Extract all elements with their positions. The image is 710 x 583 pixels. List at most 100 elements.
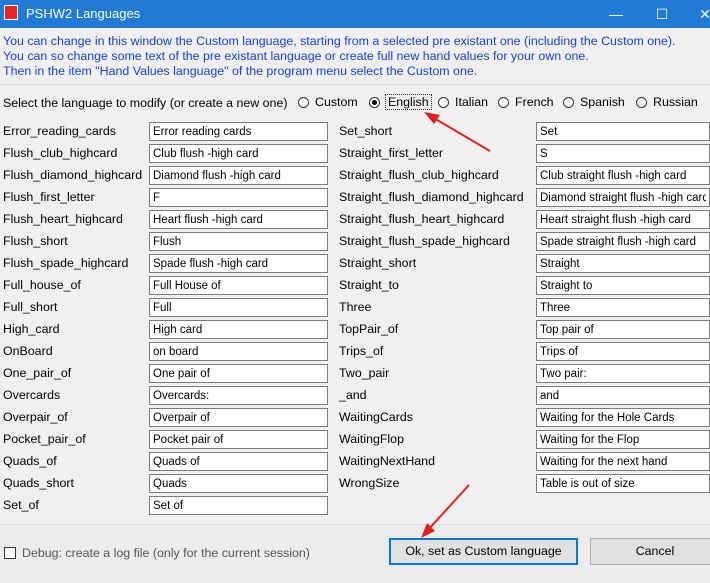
field-label: Straight_first_letter: [339, 146, 443, 160]
field-input-flush-heart-highcard[interactable]: [149, 210, 328, 229]
field-input-flush-first-letter[interactable]: [149, 188, 328, 207]
field-label: WrongSize: [339, 476, 400, 490]
field-input-overpair-of[interactable]: [149, 408, 328, 427]
radio-custom[interactable]: Custom: [298, 95, 358, 109]
field-label: Full_short: [3, 300, 58, 314]
field-input-flush-club-highcard[interactable]: [149, 144, 328, 163]
field-input-onboard[interactable]: [149, 342, 328, 361]
field-label: Full_house_of: [3, 278, 81, 292]
field-label: Straight_to: [339, 278, 399, 292]
radio-spanish[interactable]: Spanish: [563, 95, 625, 109]
field-input-waitingnexthand[interactable]: [536, 452, 710, 471]
window-title: PSHW2 Languages: [26, 6, 141, 21]
field-label: One_pair_of: [3, 366, 72, 380]
radio-circle-icon: [369, 96, 380, 108]
field-label: Set_short: [339, 124, 393, 138]
radio-label: French: [515, 95, 554, 109]
field-label: High_card: [3, 322, 60, 336]
field-label: Flush_first_letter: [3, 190, 95, 204]
red-arrow-head-icon: [424, 112, 440, 124]
radio-english[interactable]: English: [369, 94, 432, 110]
field-input-straight-first-letter[interactable]: [536, 144, 710, 163]
field-input-one-pair-of[interactable]: [149, 364, 328, 383]
field-input-two-pair[interactable]: [536, 364, 710, 383]
field-label: Trips_of: [339, 344, 384, 358]
field-input-straight-flush-spade-highcard[interactable]: [536, 232, 710, 251]
field-input-high-card[interactable]: [149, 320, 328, 339]
minimize-button[interactable]: —: [593, 0, 639, 28]
radio-circle-icon: [636, 96, 647, 108]
field-input-straight-flush-diamond-highcard[interactable]: [536, 188, 710, 207]
radio-label: Italian: [455, 95, 489, 109]
radio-label: Russian: [653, 95, 698, 109]
field-label: _and: [339, 388, 367, 402]
app-icon: [4, 5, 18, 20]
field-label: Overcards: [3, 388, 61, 402]
field-input-full-short[interactable]: [149, 298, 328, 317]
field-label: Error_reading_cards: [3, 124, 116, 138]
radio-label: Custom: [315, 95, 358, 109]
field-label: Straight_flush_spade_highcard: [339, 234, 510, 248]
field-label: Pocket_pair_of: [3, 432, 86, 446]
field-label: Quads_short: [3, 476, 74, 490]
debug-label: Debug: create a log file (only for the c…: [22, 546, 310, 560]
field-label: Set_of: [3, 498, 39, 512]
instruction-line: Then in the item "Hand Values language" …: [3, 64, 478, 79]
field-label: Quads_of: [3, 454, 57, 468]
field-input-straight-flush-heart-highcard[interactable]: [536, 210, 710, 229]
field-input-straight-flush-club-highcard[interactable]: [536, 166, 710, 185]
field-input-set-short[interactable]: [536, 122, 710, 141]
radio-label: English: [385, 94, 432, 110]
field-input-error-reading-cards[interactable]: [149, 122, 328, 141]
field-label: Straight_short: [339, 256, 417, 270]
ok-button[interactable]: Ok, set as Custom language: [389, 538, 578, 565]
radio-label: Spanish: [580, 95, 625, 109]
radio-circle-icon: [563, 96, 574, 108]
field-input-trips-of[interactable]: [536, 342, 710, 361]
field-input-waitingflop[interactable]: [536, 430, 710, 449]
field-label: Three: [339, 300, 372, 314]
field-input-full-house-of[interactable]: [149, 276, 328, 295]
radio-italian[interactable]: Italian: [438, 95, 488, 109]
instruction-line: You can so change some text of the pre e…: [3, 49, 589, 64]
field-label: Flush_diamond_highcard: [3, 168, 143, 182]
field-input-set-of[interactable]: [149, 496, 328, 515]
radio-circle-icon: [498, 96, 509, 108]
field-label: Straight_flush_club_highcard: [339, 168, 499, 182]
field-label: Flush_club_highcard: [3, 146, 118, 160]
debug-checkbox[interactable]: [4, 547, 16, 559]
field-label: Flush_short: [3, 234, 68, 248]
maximize-button[interactable]: ☐: [639, 0, 685, 28]
field-label: WaitingNextHand: [339, 454, 435, 468]
field-input-flush-spade-highcard[interactable]: [149, 254, 328, 273]
field-input-flush-short[interactable]: [149, 232, 328, 251]
divider: [0, 84, 710, 85]
field-label: OnBoard: [3, 344, 53, 358]
field-input-three[interactable]: [536, 298, 710, 317]
field-label: Straight_flush_diamond_highcard: [339, 190, 524, 204]
field-input-pocket-pair-of[interactable]: [149, 430, 328, 449]
field-label: TopPair_of: [339, 322, 399, 336]
radio-russian[interactable]: Russian: [636, 95, 698, 109]
instruction-line: You can change in this window the Custom…: [3, 34, 676, 48]
field-input-waitingcards[interactable]: [536, 408, 710, 427]
field-input-toppair-of[interactable]: [536, 320, 710, 339]
field-input-straight-short[interactable]: [536, 254, 710, 273]
field-label: Straight_flush_heart_highcard: [339, 212, 505, 226]
title-bar[interactable]: PSHW2 Languages — ☐ ✕: [0, 0, 710, 28]
field-input-straight-to[interactable]: [536, 276, 710, 295]
radio-circle-icon: [298, 96, 309, 108]
cancel-button[interactable]: Cancel: [590, 538, 710, 565]
field-input-overcards[interactable]: [149, 386, 328, 405]
field-label: WaitingFlop: [339, 432, 404, 446]
field-input-flush-diamond-highcard[interactable]: [149, 166, 328, 185]
field-input-quads-short[interactable]: [149, 474, 328, 493]
field-label: Two_pair: [339, 366, 390, 380]
radio-circle-icon: [438, 96, 449, 108]
field-input-and[interactable]: [536, 386, 710, 405]
field-input-quads-of[interactable]: [149, 452, 328, 471]
field-input-wrongsize[interactable]: [536, 474, 710, 493]
instructions: You can change in this window the Custom…: [3, 34, 709, 80]
radio-french[interactable]: French: [498, 95, 554, 109]
close-button[interactable]: ✕: [685, 0, 710, 28]
